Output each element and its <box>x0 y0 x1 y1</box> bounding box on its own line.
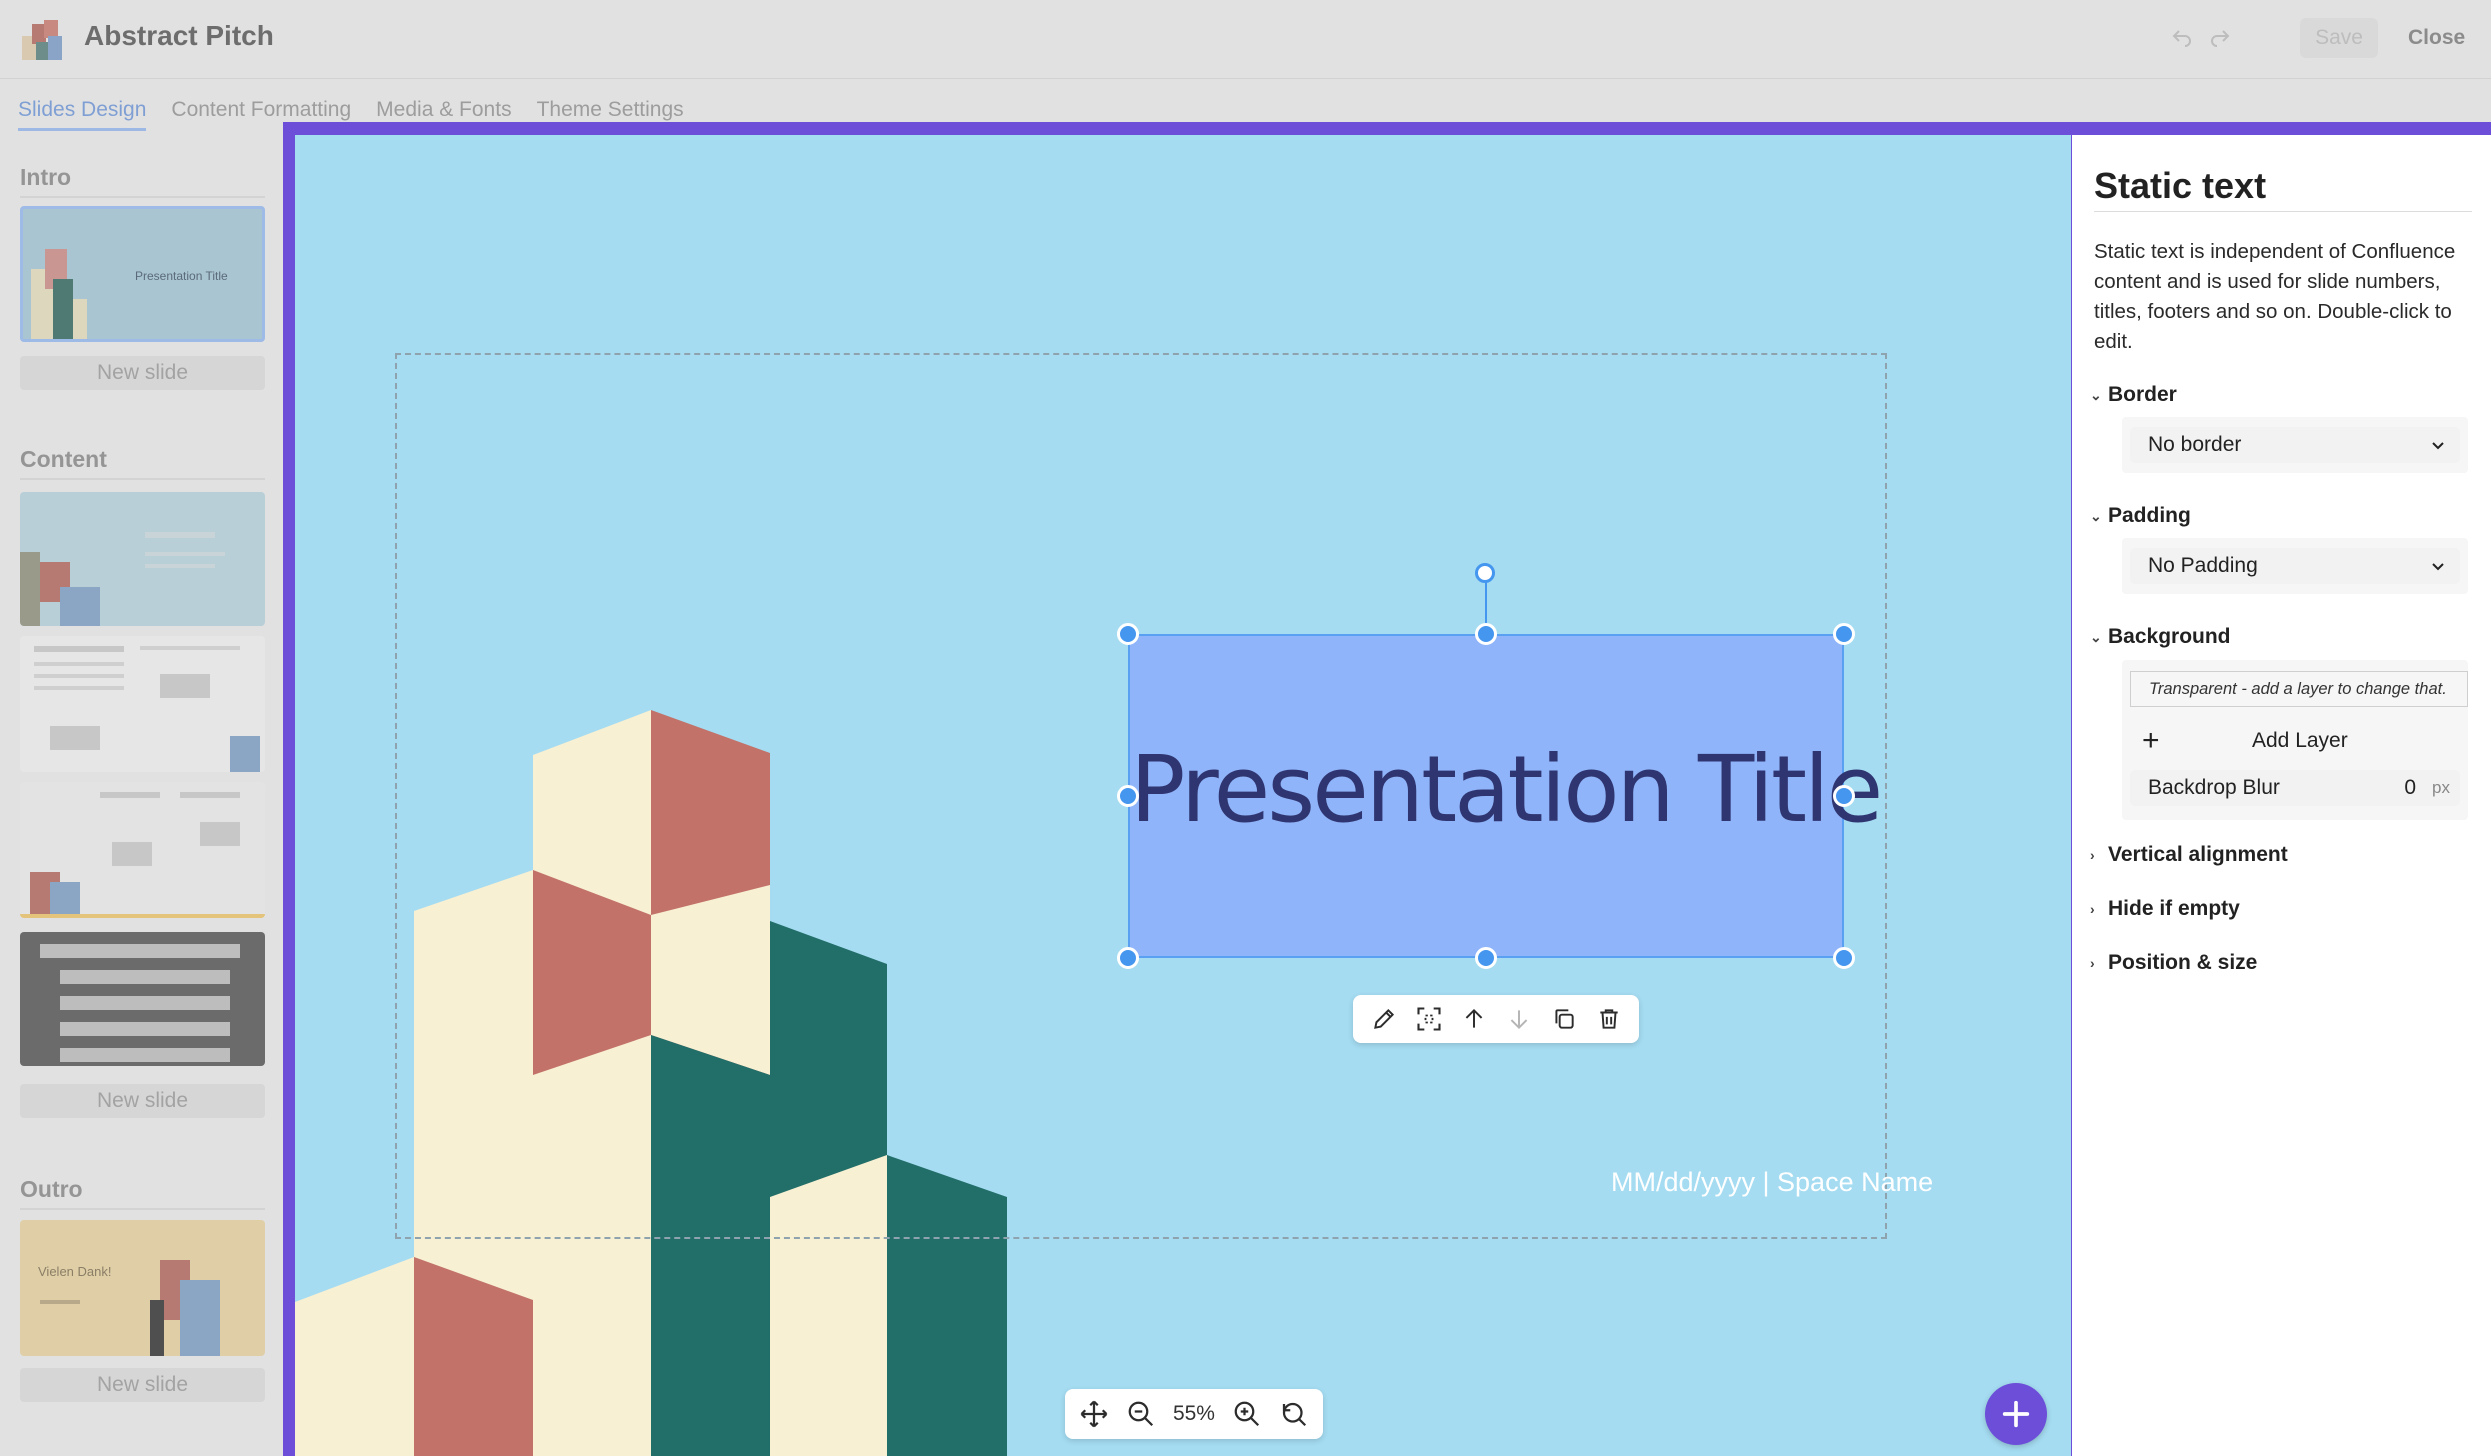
zoom-level: 55% <box>1172 1402 1215 1425</box>
position-size-label: Position & size <box>2108 951 2258 974</box>
chevron-right-icon: › <box>2090 955 2095 971</box>
add-layer-button[interactable]: + Add Layer <box>2142 723 2462 759</box>
border-section-header[interactable]: ⌄ Border <box>2090 383 2177 407</box>
crop-icon[interactable] <box>1414 1004 1444 1034</box>
padding-select-value: No Padding <box>2148 554 2258 577</box>
border-select-value: No border <box>2148 433 2242 456</box>
divider <box>20 1208 265 1210</box>
slide-thumb-intro-title: Presentation Title <box>135 269 228 283</box>
plus-icon: + <box>2142 724 2160 757</box>
backdrop-blur-field[interactable]: Backdrop Blur 0 px <box>2130 770 2460 806</box>
slide-title-text[interactable]: Presentation Title <box>1130 744 1890 836</box>
divider <box>20 196 265 198</box>
new-slide-button-intro[interactable]: New slide <box>20 356 265 390</box>
slide-thumb-outro[interactable]: Vielen Dank! <box>20 1220 265 1356</box>
backdrop-blur-unit: px <box>2432 778 2450 797</box>
panel-title: Static text <box>2094 165 2267 206</box>
background-transparent-note: Transparent - add a layer to change that… <box>2130 671 2468 707</box>
slide-canvas[interactable]: Presentation Title MM/dd/yyyy | Space Na… <box>295 135 2071 1456</box>
slide-thumb-content-1-graphic <box>20 532 225 626</box>
duplicate-icon[interactable] <box>1549 1004 1579 1034</box>
new-slide-button-content[interactable]: New slide <box>20 1084 265 1118</box>
backdrop-blur-value[interactable]: 0 <box>2376 776 2416 800</box>
slide-thumb-content-4-graphic <box>40 944 240 1062</box>
hide-if-empty-label: Hide if empty <box>2108 897 2240 920</box>
redo-icon[interactable] <box>2208 24 2232 48</box>
background-label: Background <box>2108 625 2231 648</box>
new-slide-button-outro[interactable]: New slide <box>20 1368 265 1402</box>
slide-thumb-outro-title: Vielen Dank! <box>38 1264 112 1279</box>
chevron-right-icon: › <box>2090 901 2095 917</box>
chevron-right-icon: › <box>2090 847 2095 863</box>
close-button[interactable]: Close <box>2408 26 2465 50</box>
slides-sidebar: Intro Presentation Title New slide Conte… <box>0 140 285 1456</box>
border-label: Border <box>2108 383 2177 406</box>
slide-thumb-content-2[interactable] <box>20 636 265 772</box>
section-title-outro: Outro <box>20 1176 83 1202</box>
chevron-down-icon: ⌄ <box>2090 507 2102 524</box>
save-button[interactable]: Save <box>2300 18 2378 58</box>
background-section-header[interactable]: ⌄ Background <box>2090 625 2231 649</box>
section-title-content: Content <box>20 446 107 472</box>
reset-zoom-icon[interactable] <box>1279 1399 1309 1429</box>
vertical-alignment-label: Vertical alignment <box>2108 843 2288 866</box>
resize-handle-bottom[interactable] <box>1475 947 1497 969</box>
zoom-out-icon[interactable] <box>1126 1399 1156 1429</box>
padding-section-header[interactable]: ⌄ Padding <box>2090 504 2191 528</box>
zoom-in-icon[interactable] <box>1232 1399 1262 1429</box>
vertical-alignment-section-header[interactable]: › Vertical alignment <box>2090 843 2288 867</box>
chevron-down-icon <box>2430 437 2446 453</box>
slide-thumb-content-4[interactable] <box>20 932 265 1066</box>
chevron-down-icon <box>2430 558 2446 574</box>
resize-handle-top[interactable] <box>1475 623 1497 645</box>
hide-if-empty-section-header[interactable]: › Hide if empty <box>2090 897 2240 921</box>
divider <box>2094 211 2472 212</box>
slide-thumb-content-3-graphic <box>30 792 240 914</box>
resize-handle-top-left[interactable] <box>1117 623 1139 645</box>
padding-select[interactable]: No Padding <box>2130 548 2460 584</box>
arrow-down-icon[interactable] <box>1504 1004 1534 1034</box>
move-icon[interactable] <box>1079 1399 1109 1429</box>
add-element-button[interactable] <box>1985 1383 2047 1445</box>
zoom-controls: 55% <box>1065 1389 1323 1439</box>
slide-thumb-content-1[interactable] <box>20 492 265 626</box>
resize-handle-top-right[interactable] <box>1833 623 1855 645</box>
padding-label: Padding <box>2108 504 2191 527</box>
resize-handle-right[interactable] <box>1833 785 1855 807</box>
tab-slides-design[interactable]: Slides Design <box>18 98 147 131</box>
pencil-icon[interactable] <box>1369 1004 1399 1034</box>
slide-thumb-outro-graphic <box>40 1260 220 1356</box>
trash-icon[interactable] <box>1594 1004 1624 1034</box>
chevron-down-icon: ⌄ <box>2090 628 2102 645</box>
panel-description: Static text is independent of Confluence… <box>2094 240 2456 353</box>
divider <box>20 478 265 480</box>
static-text-element[interactable]: Presentation Title <box>1128 634 1883 958</box>
slide-thumb-intro[interactable]: Presentation Title <box>20 206 265 342</box>
slide-thumb-content-3[interactable] <box>20 782 265 918</box>
resize-handle-left[interactable] <box>1117 785 1139 807</box>
plus-icon <box>2002 1400 2030 1428</box>
section-title-intro: Intro <box>20 164 72 190</box>
undo-icon[interactable] <box>2170 24 2194 48</box>
arrow-up-icon[interactable] <box>1459 1004 1489 1034</box>
add-layer-label: Add Layer <box>2252 729 2348 752</box>
app-logo-icon <box>18 14 68 64</box>
chevron-down-icon: ⌄ <box>2090 386 2102 403</box>
slide-thumb-content-2-graphic <box>34 646 260 772</box>
resize-handle-bottom-left[interactable] <box>1117 947 1139 969</box>
backdrop-blur-label: Backdrop Blur <box>2148 776 2280 799</box>
slide-footer-text[interactable]: MM/dd/yyyy | Space Name <box>1611 1167 1933 1198</box>
position-size-section-header[interactable]: › Position & size <box>2090 951 2257 975</box>
border-select[interactable]: No border <box>2130 427 2460 463</box>
properties-panel: Static text Static text is independent o… <box>2072 135 2491 1456</box>
app-title: Abstract Pitch <box>84 20 274 51</box>
rotate-handle[interactable] <box>1475 563 1495 583</box>
element-toolbar <box>1353 995 1639 1043</box>
top-bar: Abstract Pitch Save Close <box>0 0 2491 79</box>
resize-handle-bottom-right[interactable] <box>1833 947 1855 969</box>
